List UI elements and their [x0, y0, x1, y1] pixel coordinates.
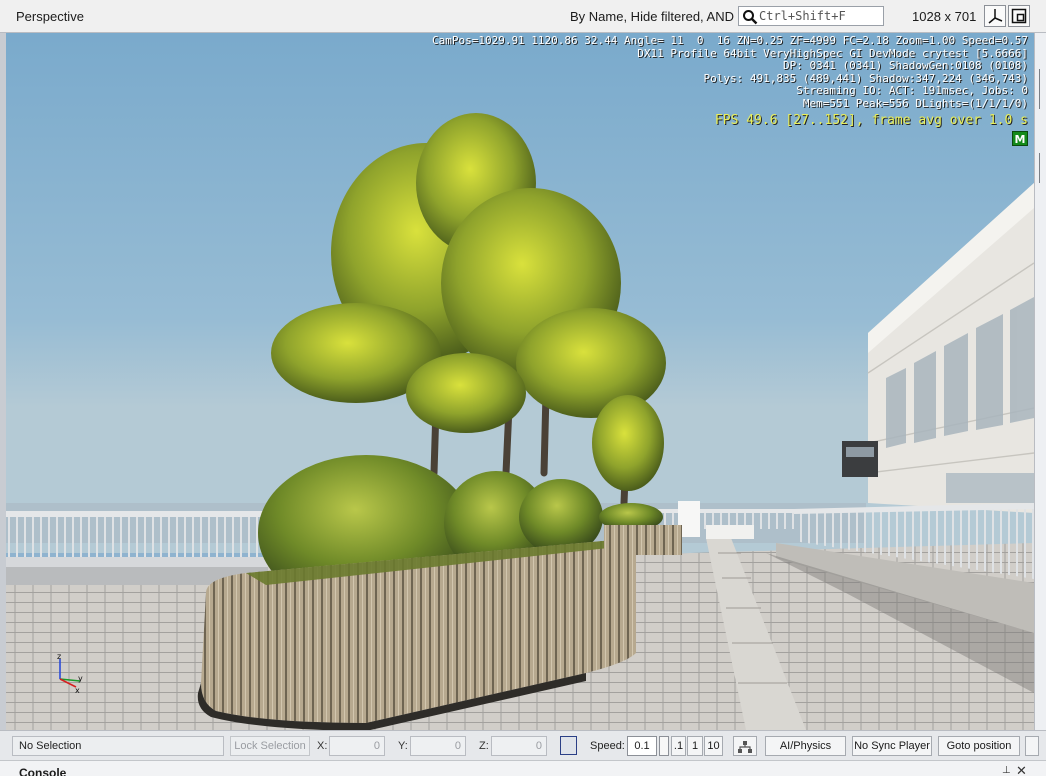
resolution-label[interactable]: 1028 x 701	[912, 9, 976, 24]
axis-icon	[988, 9, 1003, 24]
y-coord-field[interactable]: 0	[410, 736, 466, 756]
viewport-title: Perspective	[16, 9, 84, 24]
ai-physics-button[interactable]: AI/Physics	[765, 736, 846, 756]
status-overflow-button[interactable]	[1025, 736, 1039, 756]
stats-line: CamPos=1029.91 1120.86 32.44 Angle= 11 0…	[431, 34, 1028, 47]
speed-spinner[interactable]	[659, 736, 669, 756]
no-sync-player-button[interactable]: No Sync Player	[852, 736, 932, 756]
right-panel-edge[interactable]	[1034, 33, 1046, 730]
console-title: Console	[19, 766, 67, 776]
debug-stats-overlay: CamPos=1029.91 1120.86 32.44 Angle= 11 0…	[431, 34, 1028, 111]
pin-icon[interactable]: ⊥	[1002, 765, 1011, 776]
speed-preset-button[interactable]: 10	[704, 736, 723, 756]
relative-coords-toggle[interactable]	[560, 736, 577, 755]
search-input[interactable]	[759, 8, 881, 24]
stats-line: DP: 0341 (0341) ShadowGen:0108 (0108)	[782, 59, 1028, 73]
mode-badge: M	[1012, 131, 1028, 146]
x-label: X:	[317, 740, 328, 752]
status-bar: No Selection Lock Selection X: 0 Y: 0 Z:…	[0, 730, 1046, 760]
console-panel-header: Console ⊥ ✕	[0, 760, 1046, 776]
maximize-viewport-button[interactable]	[1008, 5, 1030, 27]
speed-preset-button[interactable]: .1	[671, 736, 686, 756]
axis-gizmo-icon: z y x	[57, 653, 83, 695]
stats-line: Mem=551 Peak=556 DLights=(1/1/1/0)	[802, 96, 1028, 110]
perspective-viewport[interactable]: CamPos=1029.91 1120.86 32.44 Angle= 11 0…	[6, 33, 1034, 730]
viewport-titlebar: Perspective By Name, Hide filtered, AND …	[0, 0, 1046, 33]
speed-preset-button[interactable]: 1	[687, 736, 703, 756]
y-label: Y:	[398, 740, 408, 752]
filter-mode-label[interactable]: By Name, Hide filtered, AND	[570, 9, 734, 24]
fps-counter: FPS 49.6 [27..152], frame avg over 1.0 s	[714, 113, 1028, 128]
axis-x-label: x	[75, 686, 80, 695]
lock-selection-button[interactable]: Lock Selection	[230, 736, 310, 756]
search-box[interactable]	[738, 6, 884, 26]
selection-status: No Selection	[12, 736, 224, 756]
editor-window: Perspective By Name, Hide filtered, AND …	[0, 0, 1046, 776]
speed-input[interactable]: 0.1	[627, 736, 657, 756]
axis-y-label: y	[78, 674, 83, 683]
x-coord-field[interactable]: 0	[329, 736, 385, 756]
speed-label: Speed:	[590, 740, 625, 752]
axis-toggle-button[interactable]	[984, 5, 1006, 27]
axis-z-label: z	[57, 653, 61, 661]
search-icon	[743, 10, 758, 25]
scrollbar-thumb[interactable]	[1039, 69, 1040, 109]
z-coord-field[interactable]: 0	[491, 736, 547, 756]
goto-position-button[interactable]: Goto position	[938, 736, 1020, 756]
scrollbar-thumb[interactable]	[1039, 153, 1040, 183]
z-label: Z:	[479, 740, 489, 752]
maximize-icon	[1011, 8, 1027, 24]
terrain-follow-button[interactable]	[733, 736, 757, 756]
terrain-follow-icon	[738, 741, 752, 753]
scene-render	[6, 33, 1034, 730]
close-icon[interactable]: ✕	[1016, 763, 1027, 776]
